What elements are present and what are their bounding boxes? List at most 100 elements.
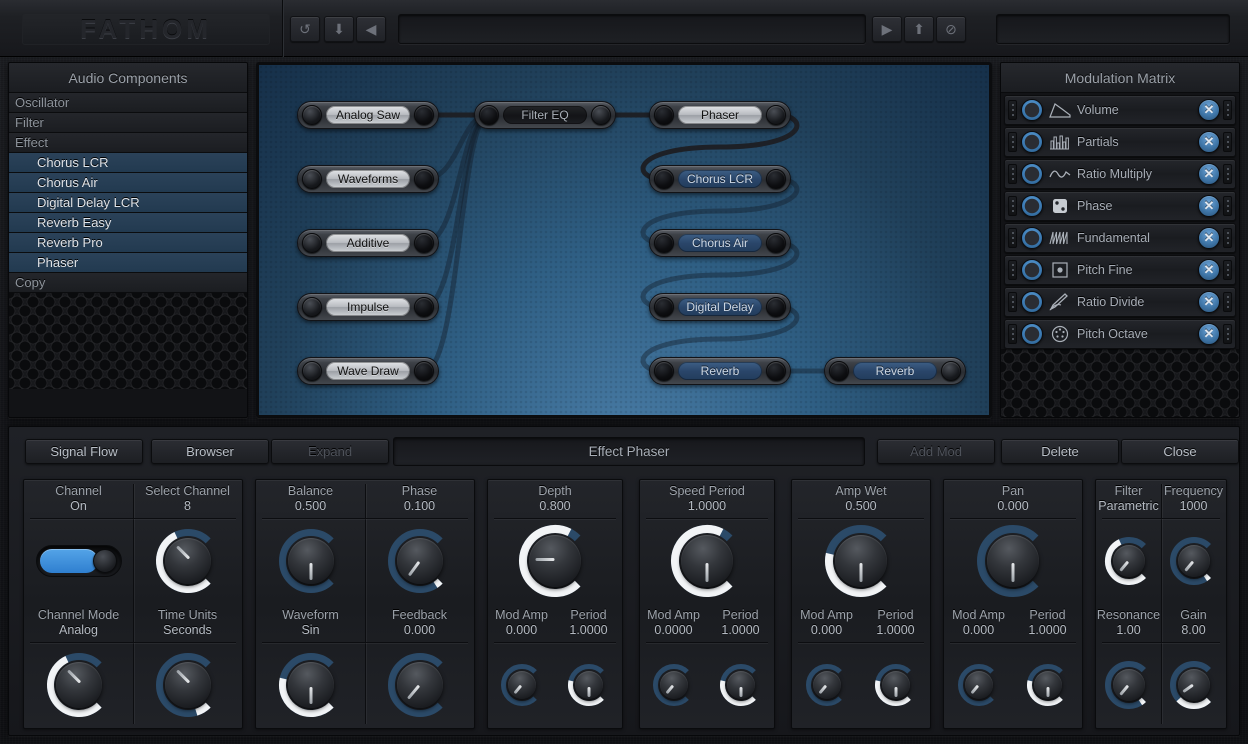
amp-wet-knob[interactable]	[824, 524, 898, 598]
drag-grip-left[interactable]	[1008, 292, 1017, 312]
drag-grip-left[interactable]	[1008, 164, 1017, 184]
upload-button[interactable]: ⬆	[904, 16, 934, 42]
node-output-port[interactable]	[591, 105, 611, 125]
mod-amp-knob[interactable]	[805, 663, 849, 707]
waveform-knob[interactable]	[278, 652, 344, 718]
drag-grip-left[interactable]	[1008, 132, 1017, 152]
bank-name-field[interactable]	[996, 14, 1230, 44]
graph-node-reverb-1[interactable]: Reverb	[649, 357, 791, 385]
node-input-port[interactable]	[654, 105, 674, 125]
mod-amp-knob[interactable]	[957, 663, 1001, 707]
modmatrix-amount-knob[interactable]	[1021, 195, 1043, 217]
period-knob[interactable]	[874, 663, 918, 707]
drag-grip-left[interactable]	[1008, 100, 1017, 120]
drag-grip-right[interactable]	[1223, 228, 1232, 248]
play-button[interactable]: ▶	[872, 16, 902, 42]
drag-grip-right[interactable]	[1223, 292, 1232, 312]
node-output-port[interactable]	[414, 297, 434, 317]
sidebar-item-reverb-pro[interactable]: Reverb Pro	[9, 233, 247, 253]
node-output-port[interactable]	[941, 361, 961, 381]
node-input-port[interactable]	[302, 169, 322, 189]
prev-button[interactable]: ◀	[356, 16, 386, 42]
sidebar-item-oscillator[interactable]: Oscillator	[9, 93, 247, 113]
node-output-port[interactable]	[414, 233, 434, 253]
pan-knob[interactable]	[976, 524, 1050, 598]
node-input-port[interactable]	[479, 105, 499, 125]
gain-knob[interactable]	[1169, 660, 1219, 710]
modmatrix-amount-knob[interactable]	[1021, 227, 1043, 249]
node-input-port[interactable]	[654, 233, 674, 253]
graph-node-phaser[interactable]: Phaser	[649, 101, 791, 129]
signal-flow-button[interactable]: Signal Flow	[25, 439, 143, 464]
signal-flow-graph[interactable]: Analog Saw Waveforms Additive Impulse Wave D…	[256, 62, 992, 418]
sidebar-item-reverb-easy[interactable]: Reverb Easy	[9, 213, 247, 233]
drag-grip-left[interactable]	[1008, 228, 1017, 248]
node-input-port[interactable]	[829, 361, 849, 381]
drag-grip-left[interactable]	[1008, 324, 1017, 344]
modmatrix-remove-button[interactable]: ✕	[1198, 227, 1220, 249]
modmatrix-amount-knob[interactable]	[1021, 323, 1043, 345]
period-knob[interactable]	[719, 663, 763, 707]
node-output-port[interactable]	[766, 361, 786, 381]
drag-grip-right[interactable]	[1223, 260, 1232, 280]
node-input-port[interactable]	[654, 169, 674, 189]
graph-node-chorus-lcr[interactable]: Chorus LCR	[649, 165, 791, 193]
node-input-port[interactable]	[302, 233, 322, 253]
speed-period-knob[interactable]	[670, 524, 744, 598]
graph-node-reverb-2[interactable]: Reverb	[824, 357, 966, 385]
period-knob[interactable]	[1026, 663, 1070, 707]
sidebar-item-copy[interactable]: Copy	[9, 273, 247, 293]
select-channel-knob[interactable]	[155, 528, 221, 594]
modmatrix-amount-knob[interactable]	[1021, 99, 1043, 121]
sidebar-item-chorus-lcr[interactable]: Chorus LCR	[9, 153, 247, 173]
mod-amp-knob[interactable]	[652, 663, 696, 707]
modmatrix-amount-knob[interactable]	[1021, 163, 1043, 185]
node-output-port[interactable]	[414, 169, 434, 189]
modmatrix-amount-knob[interactable]	[1021, 259, 1043, 281]
modmatrix-remove-button[interactable]: ✕	[1198, 259, 1220, 281]
graph-node-digital-delay[interactable]: Digital Delay	[649, 293, 791, 321]
frequency-knob[interactable]	[1169, 536, 1219, 586]
time-units-knob[interactable]	[155, 652, 221, 718]
channel-on-toggle[interactable]	[35, 545, 122, 577]
node-output-port[interactable]	[766, 297, 786, 317]
graph-node-impulse[interactable]: Impulse	[297, 293, 439, 321]
sidebar-item-phaser[interactable]: Phaser	[9, 253, 247, 273]
filter-knob[interactable]	[1104, 536, 1154, 586]
delete-button[interactable]: Delete	[1001, 439, 1119, 464]
graph-node-chorus-air[interactable]: Chorus Air	[649, 229, 791, 257]
feedback-knob[interactable]	[387, 652, 453, 718]
modmatrix-remove-button[interactable]: ✕	[1198, 163, 1220, 185]
modmatrix-remove-button[interactable]: ✕	[1198, 323, 1220, 345]
effect-title-field[interactable]: Effect Phaser	[393, 437, 865, 466]
graph-node-waveforms[interactable]: Waveforms	[297, 165, 439, 193]
resonance-knob[interactable]	[1104, 660, 1154, 710]
graph-node-wave-draw[interactable]: Wave Draw	[297, 357, 439, 385]
sidebar-item-filter[interactable]: Filter	[9, 113, 247, 133]
drag-grip-right[interactable]	[1223, 100, 1232, 120]
modmatrix-amount-knob[interactable]	[1021, 291, 1043, 313]
drag-grip-left[interactable]	[1008, 196, 1017, 216]
node-output-port[interactable]	[766, 105, 786, 125]
graph-node-analog-saw[interactable]: Analog Saw	[297, 101, 439, 129]
undo-button[interactable]: ↺	[290, 16, 320, 42]
node-input-port[interactable]	[302, 105, 322, 125]
drag-grip-right[interactable]	[1223, 132, 1232, 152]
sidebar-item-chorus-air[interactable]: Chorus Air	[9, 173, 247, 193]
browser-button[interactable]: Browser	[151, 439, 269, 464]
modmatrix-remove-button[interactable]: ✕	[1198, 131, 1220, 153]
modmatrix-remove-button[interactable]: ✕	[1198, 291, 1220, 313]
node-input-port[interactable]	[302, 361, 322, 381]
phase-knob[interactable]	[387, 528, 453, 594]
drag-grip-right[interactable]	[1223, 196, 1232, 216]
balance-knob[interactable]	[278, 528, 344, 594]
graph-node-additive[interactable]: Additive	[297, 229, 439, 257]
sidebar-item-digital-delay-lcr[interactable]: Digital Delay LCR	[9, 193, 247, 213]
preset-name-field[interactable]	[398, 14, 866, 44]
period-knob[interactable]	[567, 663, 611, 707]
node-input-port[interactable]	[302, 297, 322, 317]
download-button[interactable]: ⬇	[324, 16, 354, 42]
graph-node-filter-eq[interactable]: Filter EQ	[474, 101, 616, 129]
modmatrix-amount-knob[interactable]	[1021, 131, 1043, 153]
cancel-button[interactable]: ⊘	[936, 16, 966, 42]
